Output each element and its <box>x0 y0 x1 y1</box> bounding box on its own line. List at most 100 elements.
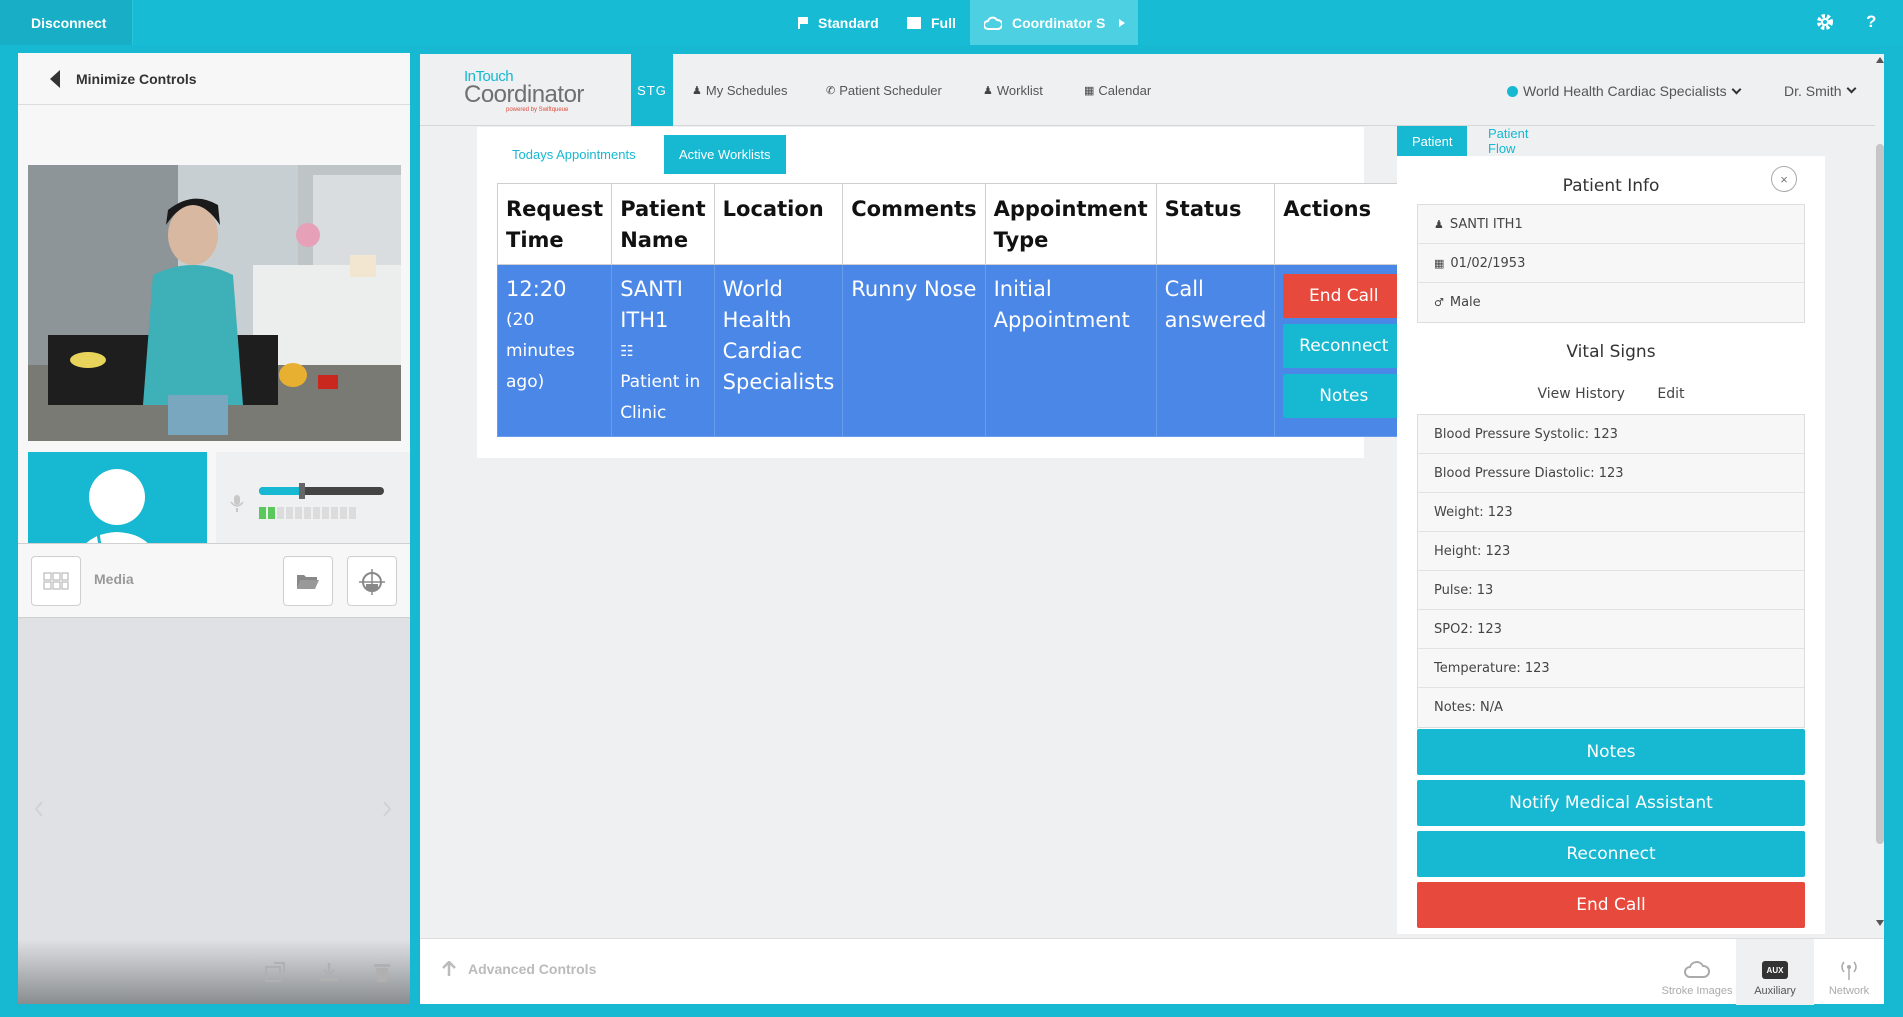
patient-panel: × Patient Info ♟ SANTI ITH1 ▦ 01/02/1953 ♂… <box>1397 156 1825 934</box>
patient-info-dob: 01/02/1953 <box>1450 255 1526 271</box>
patient-notes-button[interactable]: Notes <box>1417 729 1805 775</box>
gear-icon[interactable] <box>1815 12 1835 32</box>
standard-mode-button[interactable]: Standard <box>798 0 879 45</box>
user-menu[interactable]: Dr. Smith <box>1784 83 1857 99</box>
media-label: Media <box>94 571 134 587</box>
header-patient-name: Patient Name <box>611 183 715 265</box>
fullscreen-icon <box>907 16 921 29</box>
header-actions: Actions <box>1274 183 1414 265</box>
chevron-left-icon[interactable] <box>34 801 44 817</box>
tab-patient-flow[interactable]: Patient Flow <box>1473 126 1543 156</box>
tab-active-worklists[interactable]: Active Worklists <box>664 135 786 174</box>
scrollbar-thumb[interactable] <box>1876 144 1884 844</box>
scrollbar[interactable] <box>1875 54 1884 934</box>
media-toolbar: Media <box>18 543 410 618</box>
header-comments: Comments <box>842 183 986 265</box>
nav-worklist[interactable]: ♟ Worklist <box>983 83 1043 98</box>
auxiliary-button[interactable]: AUX Auxiliary <box>1736 939 1814 1005</box>
media-grid-button[interactable] <box>31 556 81 606</box>
bottom-bar: Advanced Controls Stroke Images AUX Auxi… <box>420 938 1884 1005</box>
organization-dropdown[interactable]: World Health Cardiac Specialists <box>1507 83 1742 99</box>
coordinator-app: InTouch Coordinator powered by Swiftqueu… <box>420 54 1884 1005</box>
user-icon: ♟ <box>692 85 702 97</box>
cloud-image-icon <box>1684 961 1710 978</box>
trash-icon[interactable] <box>372 961 392 983</box>
network-button[interactable]: Network <box>1814 939 1884 1005</box>
minimize-controls-button[interactable]: Minimize Controls <box>18 53 410 105</box>
tab-patient[interactable]: Patient <box>1397 126 1468 156</box>
patient-info-box: ♟ SANTI ITH1 ▦ 01/02/1953 ♂ Male <box>1417 204 1805 323</box>
clinic-icon: ☷ <box>620 342 634 360</box>
disconnect-button[interactable]: Disconnect <box>0 0 133 45</box>
cell-location: World Health Cardiac Specialists <box>713 264 844 437</box>
arrow-up-icon <box>442 961 456 976</box>
tab-active-worklists-label: Active Worklists <box>679 147 771 162</box>
full-mode-button[interactable]: Full <box>907 0 956 45</box>
cloud-icon <box>984 16 1002 30</box>
table-row[interactable]: 12:20 (20 minutes ago) SANTI ITH1 ☷ Patient… <box>496 264 1414 437</box>
aux-icon: AUX <box>1762 961 1788 979</box>
top-bar: Disconnect Standard Full Coordinator S ? <box>0 0 1903 45</box>
patient-info-title: Patient Info <box>1562 176 1660 196</box>
chevron-down-icon <box>1846 83 1857 94</box>
stroke-images-button[interactable]: Stroke Images <box>1658 939 1736 1005</box>
edit-vitals-link[interactable]: Edit <box>1657 386 1684 402</box>
coordinator-mode-button[interactable]: Coordinator S <box>970 0 1138 45</box>
nav-calendar[interactable]: ▦ Calendar <box>1084 83 1151 98</box>
header-status: Status <box>1155 183 1276 265</box>
tab-todays-appointments[interactable]: Todays Appointments <box>497 135 651 174</box>
import-icon[interactable] <box>264 961 286 983</box>
notify-medical-assistant-button[interactable]: Notify Medical Assistant <box>1417 780 1805 826</box>
volume-slider-handle[interactable] <box>299 483 305 499</box>
calendar-icon: ▦ <box>1084 85 1095 97</box>
request-time: 12:20 <box>506 277 567 301</box>
vital-row: Notes: N/A <box>1434 700 1504 715</box>
advanced-controls-label: Advanced Controls <box>468 961 597 977</box>
cell-patient-name: SANTI ITH1 ☷ Patient in Clinic <box>611 264 715 437</box>
patient-status: Patient in Clinic <box>620 372 701 423</box>
table-header-row: Request Time Patient Name Location Comme… <box>496 183 1414 265</box>
vital-row: Temperature: 123 <box>1418 649 1804 688</box>
auxiliary-label: Auxiliary <box>1754 985 1796 997</box>
advanced-controls-button[interactable]: Advanced Controls <box>442 961 596 977</box>
request-time-ago: (20 minutes ago) <box>506 310 575 392</box>
header-request-time: Request Time <box>496 183 613 265</box>
phone-icon: ✆ <box>826 85 836 97</box>
help-icon[interactable]: ? <box>1866 12 1876 32</box>
nav-my-schedules[interactable]: ♟ My Schedules <box>692 83 788 98</box>
nav-patient-scheduler[interactable]: ✆ Patient Scheduler <box>826 83 942 98</box>
patient-reconnect-button[interactable]: Reconnect <box>1417 831 1805 877</box>
cell-actions: End Call Reconnect Notes <box>1274 264 1414 437</box>
patient-end-call-button[interactable]: End Call <box>1417 882 1805 928</box>
view-history-link[interactable]: View History <box>1537 386 1624 402</box>
open-folder-button[interactable] <box>283 556 333 606</box>
cell-comments: Runny Nose <box>842 264 986 437</box>
grid-icon <box>43 572 69 590</box>
disconnect-label: Disconnect <box>31 14 107 31</box>
capture-button[interactable] <box>347 556 397 606</box>
standard-label: Standard <box>818 14 879 31</box>
intouch-coordinator-logo[interactable]: InTouch Coordinator powered by Swiftqueu… <box>464 68 584 113</box>
download-icon[interactable] <box>318 961 340 983</box>
full-label: Full <box>931 14 956 31</box>
collapse-arrow-icon <box>50 69 60 88</box>
male-icon: ♂ <box>1434 296 1444 309</box>
patient-info-name: SANTI ITH1 <box>1449 216 1523 232</box>
scroll-up-icon[interactable] <box>1876 57 1884 63</box>
vital-row: Blood Pressure Systolic: 123 <box>1418 415 1804 454</box>
vital-signs-links: View History Edit <box>1397 386 1825 402</box>
tab-patient-flow-label: Patient Flow <box>1488 126 1529 156</box>
flag-icon <box>798 16 808 29</box>
chevron-right-icon[interactable] <box>382 801 392 817</box>
vital-row: Pulse: 13 <box>1418 571 1804 610</box>
remote-video-feed[interactable] <box>28 165 401 441</box>
end-call-button[interactable]: End Call <box>1283 274 1405 318</box>
vital-signs-title: Vital Signs <box>1566 342 1656 362</box>
notes-button[interactable]: Notes <box>1283 374 1405 418</box>
reconnect-button[interactable]: Reconnect <box>1283 324 1405 368</box>
calendar-icon: ▦ <box>1434 256 1445 270</box>
patient-info-gender: Male <box>1449 295 1481 310</box>
scroll-down-icon[interactable] <box>1876 920 1884 926</box>
volume-fill <box>259 487 302 495</box>
microphone-icon <box>230 495 244 512</box>
